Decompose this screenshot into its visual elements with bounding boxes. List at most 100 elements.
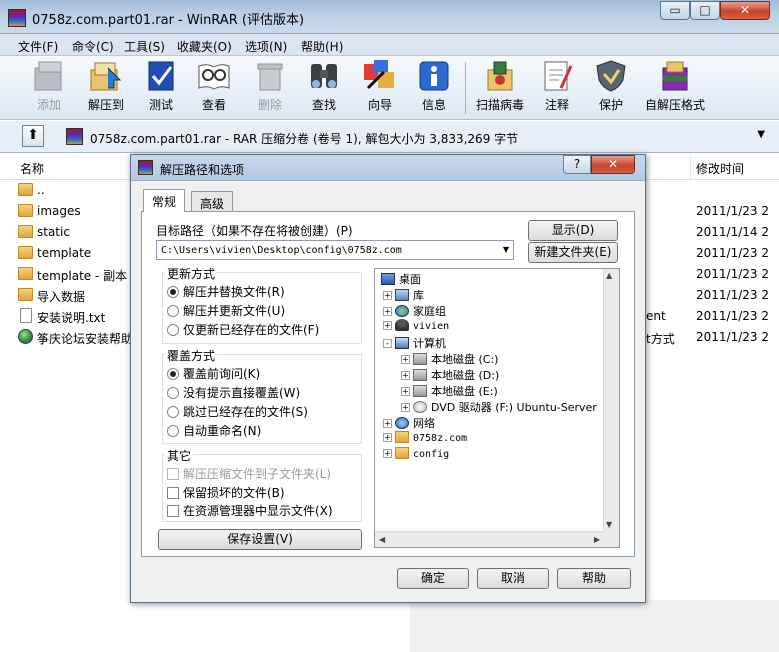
tree-node-label: vivien [413,321,450,332]
update-option-replace[interactable]: 解压并替换文件(R) [167,283,285,300]
tree-node[interactable]: 桌面 [381,271,421,287]
file-name: template [37,246,92,260]
toolbar-view-button[interactable]: 查看 [194,58,234,118]
close-button[interactable]: ✕ [720,1,770,20]
up-folder-button[interactable]: ⬆ [22,125,44,147]
menu-tools[interactable]: 工具(S) [124,38,165,55]
radio-icon[interactable] [167,425,179,437]
menu-favorites[interactable]: 收藏夹(O) [177,38,232,55]
show-button[interactable]: 显示(D) [528,220,618,241]
tree-node-label: 本地磁盘 (D:) [431,369,500,382]
info-icon [416,58,452,94]
toolbar-test-button[interactable]: 测试 [141,58,181,118]
update-option-update[interactable]: 解压并更新文件(U) [167,302,285,319]
misc-option-show-in-explorer[interactable]: 在资源管理器中显示文件(X) [167,502,333,519]
tree-node[interactable]: + vivien [383,319,449,332]
expand-icon[interactable]: + [383,321,392,330]
address-dropdown-icon[interactable]: ▼ [757,129,765,140]
overwrite-option-no-prompt[interactable]: 没有提示直接覆盖(W) [167,384,300,401]
scroll-up-icon[interactable]: ▲ [606,271,612,280]
ok-button[interactable]: 确定 [397,568,469,589]
tree-node[interactable]: + DVD 驱动器 (F:) Ubuntu-Server [401,399,597,415]
radio-icon[interactable] [167,368,179,380]
toolbar-separator [465,62,466,114]
tree-node[interactable]: + 本地磁盘 (D:) [401,367,499,383]
tree-node-label: DVD 驱动器 (F:) Ubuntu-Server [431,401,597,414]
overwrite-option-rename[interactable]: 自动重命名(N) [167,422,261,439]
toolbar-find-button[interactable]: 查找 [304,58,344,118]
expand-icon[interactable]: + [383,307,392,316]
toolbar-add-button[interactable]: 添加 [26,58,72,118]
column-header-name[interactable]: 名称 [20,160,44,177]
tree-node-label: 本地磁盘 (E:) [431,385,498,398]
radio-icon[interactable] [167,406,179,418]
new-folder-button[interactable]: 新建文件夹(E) [528,242,618,263]
save-settings-button[interactable]: 保存设置(V) [158,529,362,550]
menu-file[interactable]: 文件(F) [18,38,58,55]
tree-node[interactable]: + 本地磁盘 (C:) [401,351,498,367]
checkbox-icon[interactable] [167,505,179,517]
misc-option-subfolder: 解压压缩文件到子文件夹(L) [167,465,331,482]
expand-icon[interactable]: + [401,371,410,380]
update-option-existing-only[interactable]: 仅更新已经存在的文件(F) [167,321,319,338]
column-divider[interactable] [690,154,691,180]
toolbar-protect-button[interactable]: 保护 [591,58,631,118]
tree-node[interactable]: + 本地磁盘 (E:) [401,383,498,399]
checkbox-icon[interactable] [167,487,179,499]
vertical-scrollbar[interactable]: ▲ ▼ [603,269,619,547]
question-icon: ? [573,157,581,171]
protect-icon [593,58,629,94]
tree-node[interactable]: + config [383,447,449,460]
file-type-partial: t方式 [646,332,675,346]
file-modified-date: 2011/1/14 2 [696,225,769,239]
scroll-right-icon[interactable]: ▶ [594,535,600,544]
toolbar-wizard-button[interactable]: 向导 [360,58,400,118]
scroll-left-icon[interactable]: ◀ [379,535,385,544]
overwrite-option-ask[interactable]: 覆盖前询问(K) [167,365,260,382]
radio-icon[interactable] [167,387,179,399]
collapse-icon[interactable]: - [383,339,392,348]
column-header-modified[interactable]: 修改时间 [696,160,744,177]
chevron-down-icon[interactable]: ▼ [503,245,509,254]
toolbar-sfx-button[interactable]: 自解压格式 [644,58,706,118]
toolbar-virus-scan-button[interactable]: 扫描病毒 [474,58,526,118]
dialog-help-button[interactable]: ? [563,155,591,174]
expand-icon[interactable]: + [383,419,392,428]
tree-node[interactable]: - 计算机 [383,335,446,351]
cancel-button[interactable]: 取消 [477,568,549,589]
toolbar-info-button[interactable]: 信息 [414,58,454,118]
tab-advanced[interactable]: 高级 [191,191,234,212]
tree-node[interactable]: + 家庭组 [383,303,446,319]
maximize-button[interactable]: □ [690,1,720,20]
dialog-close-button[interactable]: ✕ [591,155,635,174]
expand-icon[interactable]: + [401,403,410,412]
tree-node[interactable]: + 网络 [383,415,435,431]
radio-icon[interactable] [167,324,179,336]
menu-options[interactable]: 选项(N) [245,38,287,55]
minimize-button[interactable]: ▭ [660,1,690,20]
address-text[interactable]: 0758z.com.part01.rar - RAR 压缩分卷 (卷号 1), … [90,130,518,147]
folder-tree[interactable]: 桌面 + 库 + 家庭组 + vivien - 计算机 + 本地磁盘 (C:) + 本地磁盘 (D:) +… [374,268,620,548]
destination-path-combo[interactable]: C:\Users\vivien\Desktop\config\0758z.com… [156,240,514,260]
tree-node[interactable]: +0758z.com [383,431,467,444]
help-button[interactable]: 帮助 [557,568,631,589]
horizontal-scrollbar[interactable]: ◀ ▶ [375,531,604,547]
toolbar-comment-button[interactable]: 注释 [537,58,577,118]
misc-option-keep-broken[interactable]: 保留损坏的文件(B) [167,484,285,501]
expand-icon[interactable]: + [383,433,392,442]
tab-general[interactable]: 常规 [143,189,186,212]
expand-icon[interactable]: + [401,355,410,364]
destination-path-label: 目标路径（如果不存在将被创建）(P) [156,224,353,238]
expand-icon[interactable]: + [383,291,392,300]
expand-icon[interactable]: + [401,387,410,396]
scroll-down-icon[interactable]: ▼ [606,520,612,529]
menu-commands[interactable]: 命令(C) [72,38,114,55]
expand-icon[interactable]: + [383,449,392,458]
menu-help[interactable]: 帮助(H) [301,38,343,55]
toolbar-extract-to-button[interactable]: 解压到 [84,58,128,118]
toolbar-delete-button[interactable]: 删除 [250,58,290,118]
radio-icon[interactable] [167,305,179,317]
tree-node[interactable]: + 库 [383,287,424,303]
overwrite-option-skip[interactable]: 跳过已经存在的文件(S) [167,403,308,420]
radio-icon[interactable] [167,286,179,298]
